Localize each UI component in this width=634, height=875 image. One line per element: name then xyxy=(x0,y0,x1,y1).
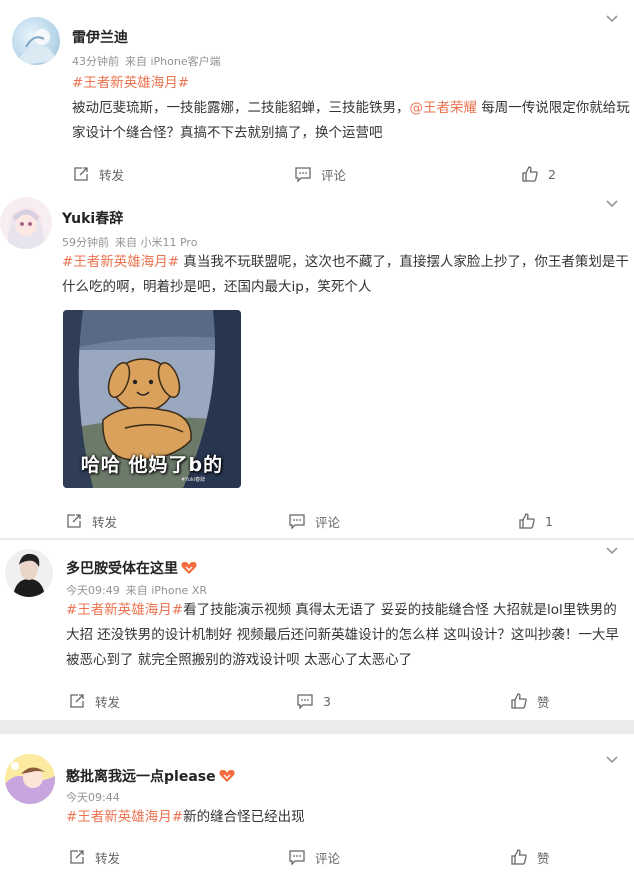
post-content: #王者新英雄海月# 被动厄斐琉斯，一技能露娜，二技能貂蝉，三技能铁男，@王者荣耀… xyxy=(72,71,632,146)
avatar[interactable] xyxy=(12,17,60,65)
repost-label: 转发 xyxy=(92,514,118,530)
chevron-down-icon[interactable] xyxy=(604,754,620,766)
post-card: Yuki春辞 59分钟前 来自 小米11 Pro #王者新英雄海月# 真当我不玩联… xyxy=(0,193,634,538)
repost-button[interactable]: 转发 xyxy=(68,686,120,716)
repost-icon xyxy=(70,694,84,708)
repost-button[interactable]: 转发 xyxy=(65,506,117,536)
hashtag-link[interactable]: #王者新英雄海月# xyxy=(62,254,179,270)
post-meta: 今天09:44 xyxy=(66,789,126,805)
like-icon xyxy=(522,166,538,182)
comment-button[interactable]: 评论 xyxy=(288,842,340,872)
comment-button[interactable]: 3 xyxy=(296,686,331,716)
image-watermark: #Yuki春辞 xyxy=(181,477,206,483)
avatar-image xyxy=(20,29,56,65)
username-text: 多巴胺受体在这里 xyxy=(66,561,178,577)
vip-badge-icon xyxy=(181,562,197,574)
like-button[interactable]: 1 xyxy=(518,506,553,536)
repost-label: 转发 xyxy=(95,694,121,710)
repost-icon xyxy=(70,850,84,864)
post-card: 雷伊兰迪 43分钟前 来自 iPhone客户端 #王者新英雄海月# 被动厄斐琉斯，… xyxy=(0,0,634,197)
post-time[interactable]: 今天09:44 xyxy=(66,791,120,804)
like-icon xyxy=(511,849,527,865)
username[interactable]: Yuki春辞 xyxy=(62,208,123,228)
like-count: 2 xyxy=(548,166,556,182)
like-label: 赞 xyxy=(537,694,550,710)
action-bar: 转发 评论 赞 xyxy=(0,842,634,872)
post-meta: 43分钟前 来自 iPhone客户端 xyxy=(72,53,227,69)
comment-count: 3 xyxy=(323,693,331,709)
repost-button[interactable]: 转发 xyxy=(72,159,124,189)
post-text: 被动厄斐琉斯，一技能露娜，二技能貂蝉，三技能铁男， xyxy=(72,100,410,116)
avatar[interactable] xyxy=(0,197,52,249)
like-count: 1 xyxy=(545,513,553,529)
like-button[interactable]: 2 xyxy=(521,159,556,189)
post-content: #王者新英雄海月# 真当我不玩联盟呢，这次也不藏了，直接摆人家脸上抄了，你王者策… xyxy=(62,250,630,300)
image-caption: 哈哈 他妈了b的 xyxy=(80,454,224,476)
comment-icon xyxy=(297,694,313,710)
chevron-down-icon[interactable] xyxy=(604,13,620,25)
comment-icon xyxy=(289,514,305,530)
post-source: 来自 小米11 Pro xyxy=(115,236,198,249)
post-time[interactable]: 43分钟前 xyxy=(72,55,119,68)
post-meta: 今天09:49 来自 iPhone XR xyxy=(66,582,213,598)
post-card: 多巴胺受体在这里 今天09:49 来自 iPhone XR #王者新英雄海月#看了… xyxy=(0,540,634,720)
comment-label: 评论 xyxy=(321,167,347,183)
post-content: #王者新英雄海月#看了技能演示视频 真得太无语了 妥妥的技能缝合怪 大招就是lo… xyxy=(66,598,630,673)
avatar-image xyxy=(7,207,45,249)
comment-icon xyxy=(289,850,305,866)
username-text: 憨批离我远一点please xyxy=(66,769,216,785)
action-bar: 转发 3 赞 xyxy=(0,686,634,716)
like-label: 赞 xyxy=(537,850,550,866)
like-icon xyxy=(511,693,527,709)
post-text: 新的缝合怪已经出现 xyxy=(183,809,305,825)
post-image[interactable]: 哈哈 他妈了b的 #Yuki春辞 xyxy=(63,310,241,488)
post-meta: 59分钟前 来自 小米11 Pro xyxy=(62,234,203,250)
action-bar: 转发 评论 2 xyxy=(0,159,634,189)
mention-link[interactable]: @王者荣耀 xyxy=(410,100,478,116)
hashtag-link[interactable]: #王者新英雄海月# xyxy=(66,602,183,618)
repost-icon xyxy=(74,167,88,181)
post-time[interactable]: 今天09:49 xyxy=(66,584,120,597)
repost-button[interactable]: 转发 xyxy=(68,842,120,872)
post-card: 憨批离我远一点please 今天09:44 #王者新英雄海月#新的缝合怪已经出现… xyxy=(0,734,634,875)
avatar[interactable] xyxy=(5,754,55,804)
avatar-image xyxy=(13,553,45,597)
repost-label: 转发 xyxy=(99,167,125,183)
post-content: #王者新英雄海月#新的缝合怪已经出现 xyxy=(66,805,630,830)
avatar-image xyxy=(5,762,55,804)
username[interactable]: 多巴胺受体在这里 xyxy=(66,558,197,578)
comment-button[interactable]: 评论 xyxy=(294,159,346,189)
comment-label: 评论 xyxy=(315,514,341,530)
like-icon xyxy=(519,513,535,529)
comment-label: 评论 xyxy=(315,850,341,866)
vip-badge-icon xyxy=(219,770,235,782)
username[interactable]: 憨批离我远一点please xyxy=(66,766,235,786)
post-source: 来自 iPhone客户端 xyxy=(125,55,221,68)
avatar[interactable] xyxy=(5,549,53,597)
comment-icon xyxy=(295,167,311,183)
action-bar: 转发 评论 1 xyxy=(0,506,634,536)
chevron-down-icon[interactable] xyxy=(604,545,620,557)
post-source: 来自 iPhone XR xyxy=(125,584,208,597)
username[interactable]: 雷伊兰迪 xyxy=(72,27,128,47)
hashtag-link[interactable]: #王者新英雄海月# xyxy=(66,809,183,825)
repost-label: 转发 xyxy=(95,850,121,866)
hashtag-link[interactable]: #王者新英雄海月# xyxy=(72,75,189,91)
chevron-down-icon[interactable] xyxy=(604,198,620,210)
like-button[interactable]: 赞 xyxy=(510,686,550,716)
repost-icon xyxy=(67,514,81,528)
post-time[interactable]: 59分钟前 xyxy=(62,236,109,249)
comment-button[interactable]: 评论 xyxy=(288,506,340,536)
like-button[interactable]: 赞 xyxy=(510,842,550,872)
